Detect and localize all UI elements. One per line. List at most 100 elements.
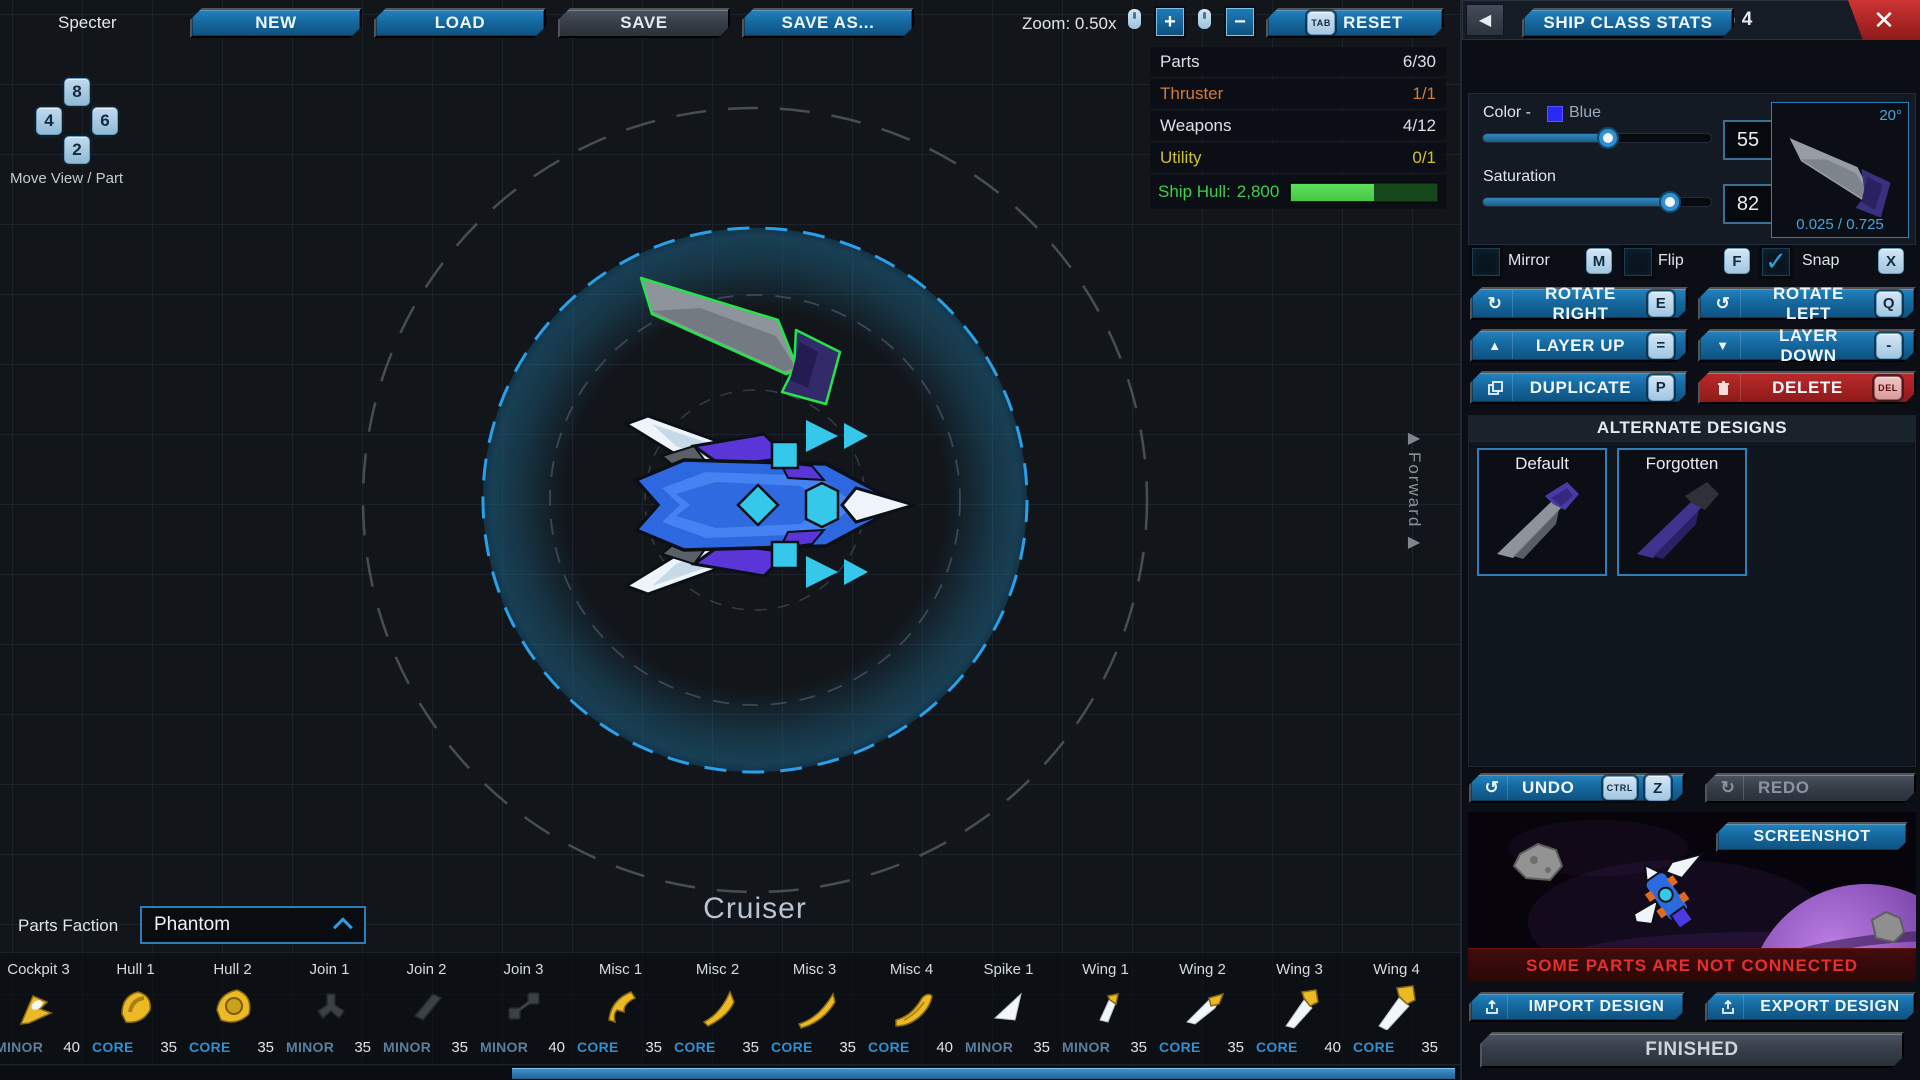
part-price: 35 — [354, 1039, 371, 1056]
part-price: 35 — [1033, 1039, 1050, 1056]
rotate-left-button[interactable]: ↺ ROTATE LEFT Q — [1698, 287, 1916, 320]
mirror-checkbox[interactable]: ✓ — [1472, 248, 1500, 276]
rotate-left-key-icon: Q — [1876, 291, 1902, 317]
alternate-designs-section: DefaultForgotten — [1468, 441, 1916, 767]
layer-down-button[interactable]: ▼ LAYER DOWN - — [1698, 329, 1916, 362]
part-name: Misc 2 — [669, 961, 766, 978]
color-slider[interactable] — [1483, 134, 1711, 142]
part-category: MINOR — [383, 1039, 431, 1056]
part-category: CORE — [1353, 1039, 1395, 1056]
color-slider-handle[interactable] — [1597, 127, 1619, 149]
saturation-value-box[interactable]: 82 — [1723, 184, 1773, 224]
load-button[interactable]: LOAD — [374, 8, 546, 38]
part-category: CORE — [92, 1039, 134, 1056]
screenshot-button[interactable]: SCREENSHOT — [1716, 822, 1908, 852]
part-price: 35 — [1227, 1039, 1244, 1056]
snap-checkbox[interactable]: ✓ — [1762, 248, 1790, 276]
previous-slot-button[interactable]: ◀ — [1466, 4, 1504, 36]
part-item-wing-2[interactable]: Wing 2CORE35 — [1154, 953, 1251, 1064]
join3-part-icon — [500, 982, 548, 1030]
mirror-label: Mirror — [1508, 252, 1550, 270]
part-name: Wing 4 — [1348, 961, 1445, 978]
hull1-part-icon — [112, 982, 160, 1030]
saturation-slider[interactable] — [1483, 198, 1711, 206]
ship-stats-panel: Parts6/30Thruster1/1Weapons4/12Utility0/… — [1150, 47, 1446, 209]
parts-faction-dropdown[interactable]: Phantom — [140, 906, 366, 944]
flip-checkbox[interactable]: ✓ — [1624, 248, 1652, 276]
part-item-misc-4[interactable]: Misc 4CORE40 — [863, 953, 960, 1064]
part-category: MINOR — [480, 1039, 528, 1056]
part-item-spike-1[interactable]: Spike 1MINOR35 — [960, 953, 1057, 1064]
color-value-box[interactable]: 55 — [1723, 120, 1773, 160]
part-item-wing-1[interactable]: Wing 1MINOR35 — [1057, 953, 1154, 1064]
part-item-misc-2[interactable]: Misc 2CORE35 — [669, 953, 766, 1064]
part-price: 35 — [451, 1039, 468, 1056]
part-name: Hull 1 — [87, 961, 184, 978]
wing-part-preview-graphic — [1772, 115, 1908, 225]
tray-scrollbar-thumb[interactable] — [512, 1068, 1455, 1079]
flip-key-icon: F — [1724, 248, 1750, 274]
editor-side-panel: ◀ SLOT: WING 4 ▶ Color - Blue 55 Saturat… — [1460, 0, 1920, 1080]
part-item-join-2[interactable]: Join 2MINOR35 — [378, 953, 475, 1064]
part-item-hull-2[interactable]: Hull 2CORE35 — [184, 953, 281, 1064]
part-category: CORE — [771, 1039, 813, 1056]
part-category: CORE — [868, 1039, 910, 1056]
zoom-out-button[interactable]: − — [1226, 8, 1254, 36]
color-swatch — [1547, 106, 1563, 122]
spike1-part-icon — [985, 982, 1033, 1030]
delete-button[interactable]: DELETE DEL — [1698, 371, 1916, 404]
duplicate-button[interactable]: DUPLICATE P — [1470, 371, 1688, 404]
zoom-in-button[interactable]: + — [1156, 8, 1184, 36]
part-item-join-1[interactable]: Join 1MINOR35 — [281, 953, 378, 1064]
part-category: MINOR — [965, 1039, 1013, 1056]
part-item-misc-1[interactable]: Misc 1CORE35 — [572, 953, 669, 1064]
design-card-default[interactable]: Default — [1477, 448, 1607, 576]
rotate-ccw-icon: ↺ — [1706, 290, 1741, 317]
color-label: Color - — [1483, 104, 1531, 122]
ship-class-stats-button[interactable]: SHIP CLASS STATS — [1522, 8, 1734, 38]
part-item-hull-1[interactable]: Hull 1CORE35 — [87, 953, 184, 1064]
delete-key-icon: DEL — [1874, 376, 1902, 400]
design-title: Specter — [58, 13, 117, 33]
part-category: MINOR — [0, 1039, 43, 1056]
part-item-cockpit-3[interactable]: Cockpit 3MINOR40 — [0, 953, 87, 1064]
hull-label: Ship Hull: — [1158, 182, 1231, 202]
triangle-up-icon: ▲ — [1478, 332, 1513, 359]
stat-row: Thruster1/1 — [1150, 79, 1446, 108]
parts-faction-label: Parts Faction — [18, 916, 118, 936]
redo-icon: ↻ — [1713, 776, 1744, 800]
ship-class-name: Cruiser — [555, 892, 955, 926]
rotate-right-button[interactable]: ↻ ROTATE RIGHT E — [1470, 287, 1688, 320]
redo-button[interactable]: ↻ REDO — [1705, 773, 1916, 803]
finished-button[interactable]: FINISHED — [1480, 1032, 1904, 1068]
save-button[interactable]: SAVE — [558, 8, 730, 38]
z-key-icon: Z — [1645, 775, 1671, 801]
hull-value: 2,800 — [1237, 182, 1280, 202]
layer-up-key-icon: = — [1648, 333, 1674, 359]
move-left-key-icon: 4 — [36, 107, 62, 135]
reset-view-button[interactable]: TAB RESET — [1266, 8, 1444, 38]
wing3-part-icon — [1276, 982, 1324, 1030]
import-design-button[interactable]: IMPORT DESIGN — [1469, 992, 1685, 1022]
part-price: 35 — [742, 1039, 759, 1056]
save-as-button[interactable]: SAVE AS... — [742, 8, 914, 38]
move-down-key-icon: 2 — [64, 136, 90, 164]
part-item-misc-3[interactable]: Misc 3CORE35 — [766, 953, 863, 1064]
export-design-button[interactable]: EXPORT DESIGN — [1705, 992, 1916, 1022]
part-price: 40 — [1324, 1039, 1341, 1056]
stat-row: Weapons4/12 — [1150, 111, 1446, 140]
part-coords: 0.025 / 0.725 — [1772, 216, 1908, 233]
saturation-slider-handle[interactable] — [1659, 191, 1681, 213]
part-item-wing-3[interactable]: Wing 3CORE40 — [1251, 953, 1348, 1064]
part-item-join-3[interactable]: Join 3MINOR40 — [475, 953, 572, 1064]
design-card-forgotten[interactable]: Forgotten — [1617, 448, 1747, 576]
new-button[interactable]: NEW — [190, 8, 362, 38]
forward-arrow-icon: ▶ — [1408, 428, 1420, 448]
part-preview-box: 20° 0.025 / 0.725 — [1771, 102, 1909, 238]
move-hint-label: Move View / Part — [10, 170, 123, 187]
part-name: Hull 2 — [184, 961, 281, 978]
part-item-wing-4[interactable]: Wing 4CORE35 — [1348, 953, 1445, 1064]
snap-key-icon: X — [1878, 248, 1904, 274]
layer-up-button[interactable]: ▲ LAYER UP = — [1470, 329, 1688, 362]
undo-button[interactable]: ↺ UNDO CTRL Z — [1469, 773, 1685, 803]
